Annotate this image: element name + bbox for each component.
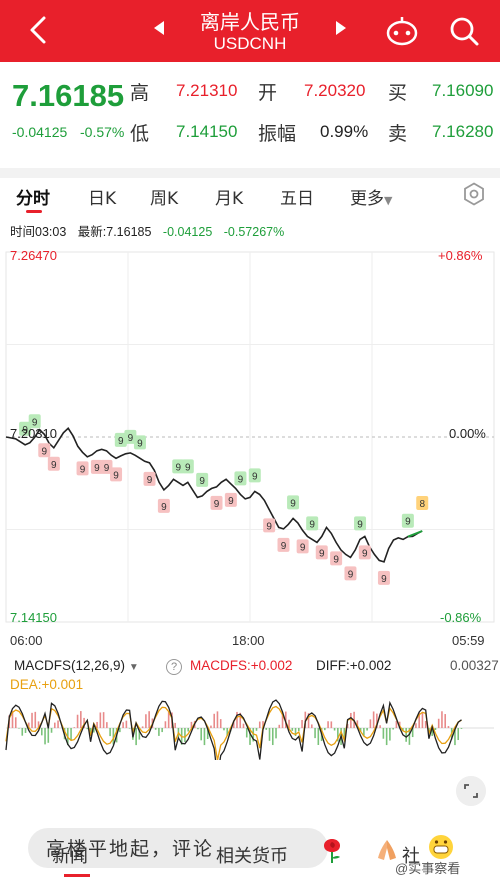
x-tick-mid: 18:00: [232, 633, 265, 648]
sell-signal-marker-text: 9: [281, 541, 287, 552]
sell-signal-marker-text: 9: [147, 475, 153, 486]
amplitude-value: 0.99%: [320, 122, 369, 141]
buy-signal-marker-text: 9: [252, 471, 258, 482]
sell-signal-marker-text: 9: [319, 548, 325, 559]
buy-value: 7.16090: [432, 81, 494, 100]
price-change-percent: -0.57%: [80, 124, 125, 140]
sell-signal-marker-text: 9: [51, 460, 57, 471]
sell-signal-marker-text: 9: [214, 499, 220, 510]
rose-icon[interactable]: [318, 836, 346, 864]
sell-signal-marker-text: 9: [113, 470, 119, 481]
sell-signal-marker-text: 9: [104, 463, 110, 474]
buy-signal-marker-text: 9: [185, 462, 191, 473]
macd-selector-label: MACDFS(12,26,9): [14, 658, 126, 673]
tab-five-day[interactable]: 五日: [280, 184, 314, 209]
macdfs-value: MACDFS:+0.002: [190, 658, 293, 673]
info-time: 时间03:03: [10, 225, 67, 239]
page-title: 离岸人民币: [200, 10, 300, 34]
sell-signal-marker-text: 9: [161, 502, 167, 513]
buy-signal-marker-text: 9: [238, 474, 244, 485]
buy-signal-marker-text: 9: [309, 519, 315, 530]
info-latest: 最新:7.16185: [77, 225, 152, 239]
open-label: 开: [258, 82, 278, 104]
tab-more[interactable]: 更多▼: [350, 184, 392, 209]
tab-intraday[interactable]: 分时: [16, 184, 50, 209]
setup-marker-text: 8: [419, 499, 425, 510]
sell-signal-marker-text: 9: [348, 569, 354, 580]
quote-panel: 7.16185 -0.04125 -0.57% 高 7.21310 开 7.20…: [0, 62, 500, 168]
y-mid-percent: 0.00%: [449, 426, 486, 441]
low-value: 7.14150: [176, 122, 238, 141]
info-change: -0.04125: [162, 225, 213, 239]
info-change-percent: -0.57267%: [223, 225, 285, 239]
diff-value: DIFF:+0.002: [316, 658, 392, 673]
macd-max-value: 0.00327: [450, 658, 499, 673]
x-tick-end: 05:59: [452, 633, 485, 648]
high-value: 7.21310: [176, 81, 238, 100]
watermark: @实事察看: [395, 861, 461, 876]
y-mid-label: 7.20310: [10, 426, 57, 441]
sell-signal-marker-text: 9: [228, 496, 234, 507]
active-tab-indicator: [26, 210, 42, 213]
macd-indicator-selector[interactable]: MACDFS(12,26,9) ▼: [14, 658, 139, 673]
dea-line: [5, 705, 462, 760]
bottom-bar: 高楼平地起，评论 新闻 相关货币 社 @实事察看: [0, 820, 500, 885]
sell-signal-marker-text: 9: [80, 464, 86, 475]
sell-signal-marker-text: 9: [41, 446, 47, 457]
high-label: 高: [130, 82, 150, 104]
buy-signal-marker-text: 9: [357, 519, 363, 530]
low-label: 低: [130, 123, 150, 145]
dropdown-arrow-icon: ▼: [128, 662, 139, 673]
y-bottom-label: 7.14150: [10, 610, 57, 625]
period-tabs: 分时 日K 周K 月K 五日 更多▼: [0, 178, 500, 218]
sell-signal-marker-text: 9: [300, 542, 306, 553]
sell-label: 卖: [388, 123, 408, 145]
sell-value: 7.16280: [432, 122, 494, 141]
header-bar: 离岸人民币 USDCNH: [0, 0, 500, 62]
buy-signal-marker-text: 9: [405, 517, 411, 528]
y-top-percent: +0.86%: [438, 248, 483, 263]
sell-signal-marker-text: 9: [362, 548, 368, 559]
buy-signal-marker-text: 9: [290, 498, 296, 509]
dea-value: DEA:+0.001: [10, 677, 84, 692]
amplitude-label: 振幅: [258, 123, 297, 145]
tab-weekly[interactable]: 周K: [150, 184, 178, 209]
info-bar: 时间03:03 最新:7.16185 -0.04125 -0.57267%: [10, 221, 292, 240]
y-top-label: 7.26470: [10, 248, 57, 263]
tab-news[interactable]: 新闻: [52, 842, 88, 868]
sell-signal-marker-text: 9: [266, 521, 272, 532]
buy-signal-marker-text: 9: [137, 438, 143, 449]
y-bottom-percent: -0.86%: [440, 610, 482, 625]
next-symbol-icon[interactable]: [330, 18, 350, 38]
price-line: [5, 427, 423, 563]
tab-daily[interactable]: 日K: [88, 184, 116, 209]
buy-signal-marker-text: 9: [118, 436, 124, 447]
sell-signal-marker-text: 9: [94, 463, 100, 474]
search-icon[interactable]: [446, 13, 482, 49]
help-icon[interactable]: ?: [166, 659, 182, 675]
buy-signal-marker-text: 9: [199, 476, 205, 487]
grinning-face-icon: [429, 835, 453, 859]
bottom-tab-indicator: [64, 874, 90, 877]
diff-line: [5, 699, 462, 760]
settings-icon[interactable]: [462, 182, 486, 206]
tab-related-currency[interactable]: 相关货币: [216, 842, 288, 868]
fullscreen-icon[interactable]: [456, 776, 486, 806]
x-tick-start: 06:00: [10, 633, 43, 648]
open-value: 7.20320: [304, 81, 366, 100]
price-change: -0.04125: [12, 124, 68, 140]
robot-assistant-icon[interactable]: [384, 13, 420, 49]
last-price: 7.16185: [12, 78, 125, 113]
section-divider: [0, 168, 500, 178]
buy-signal-marker-text: 9: [128, 433, 134, 444]
price-chart[interactable]: 999999999999999999999999999999998 7.2647…: [0, 240, 500, 760]
sell-signal-marker-text: 9: [333, 554, 339, 565]
buy-signal-marker-text: 9: [175, 462, 181, 473]
tab-monthly[interactable]: 月K: [215, 184, 243, 209]
sell-signal-marker-text: 9: [381, 574, 387, 585]
tab-more-label: 更多: [350, 189, 384, 209]
symbol-code: USDCNH: [213, 34, 287, 53]
buy-label: 买: [388, 82, 408, 104]
dropdown-arrow-icon: ▼: [384, 194, 393, 207]
